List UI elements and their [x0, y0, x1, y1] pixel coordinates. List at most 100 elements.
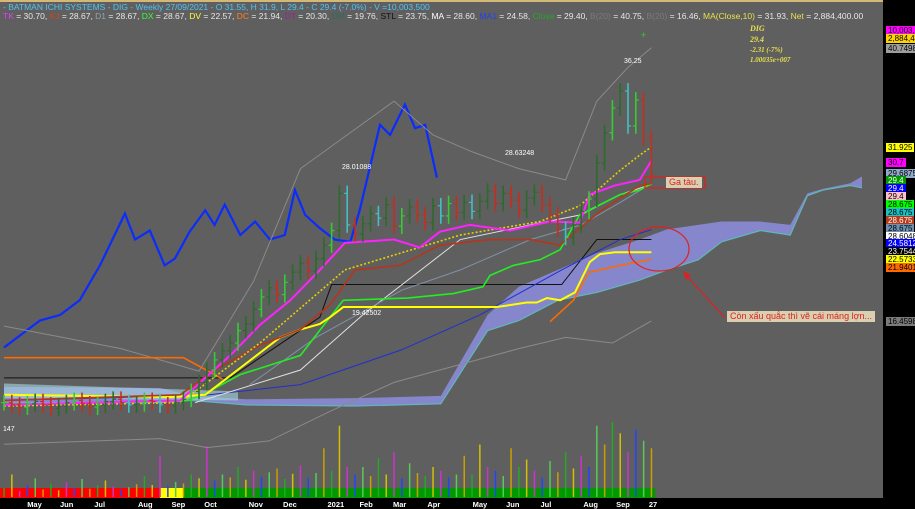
volume-bar: [307, 477, 309, 497]
volume-bar: [362, 467, 364, 497]
volume-bar: [42, 489, 44, 497]
month-tick-label: Sep: [616, 500, 630, 509]
volume-bar: [541, 477, 543, 497]
volume-bar: [416, 473, 419, 497]
volume-bar: [276, 468, 278, 497]
volume-bar: [65, 482, 68, 497]
volume-bar: [57, 490, 60, 497]
point-label-1: 28.01088: [342, 164, 372, 171]
volume-bar: [206, 446, 208, 497]
month-tick-label: Jun: [506, 500, 520, 509]
mang-lon-note: Còn xấu quắc thì vẽ cái máng lợn...: [727, 311, 875, 322]
info-volume: 1.00035e+007: [750, 56, 791, 64]
volume-bar: [572, 468, 575, 497]
legend-value: = 28.60,: [443, 11, 480, 21]
price-axis-label: 16.4598: [886, 316, 915, 326]
volume-bar: [213, 480, 216, 497]
volume-bar: [291, 473, 294, 497]
legend-label: Net: [790, 11, 804, 21]
month-tick-label: 2021: [327, 500, 345, 509]
volume-bar: [611, 422, 614, 497]
legend-label: DC: [236, 11, 250, 21]
volume-bar: [198, 478, 200, 497]
indicator-legend: TK = 30.70, KJ = 28.67, D1 = 28.67, DX =…: [3, 11, 863, 21]
volume-bar: [432, 467, 434, 497]
volume-bar: [471, 474, 473, 497]
legend-label: MA: [431, 11, 444, 21]
legend-value: = 28.67,: [106, 11, 142, 21]
volume-bar: [447, 477, 450, 497]
legend-value: = 19.76,: [344, 11, 381, 21]
info-change: -2.31 (-7%): [750, 46, 783, 54]
price-chart[interactable]: +: [0, 0, 915, 509]
volume-bar: [510, 448, 512, 497]
volume-bar: [401, 478, 403, 497]
volume-bar: [455, 474, 458, 497]
price-axis-label: 31.925: [886, 143, 915, 152]
legend-label: DX: [141, 11, 154, 21]
legend-label: TK: [3, 11, 14, 21]
month-tick-label: Sep: [171, 500, 186, 509]
regime-band: [159, 488, 184, 498]
volume-bar: [502, 476, 504, 497]
volume-bar: [112, 486, 114, 497]
legend-label: DT: [284, 11, 296, 21]
month-tick-label: Oct: [204, 500, 217, 509]
date-axis[interactable]: [0, 498, 883, 509]
month-tick-label: Jul: [94, 500, 106, 509]
month-tick-label: Aug: [137, 500, 153, 509]
volume-bar: [252, 470, 255, 497]
volume-bar: [120, 489, 122, 497]
volume-bar: [377, 458, 380, 497]
volume-bar: [549, 461, 551, 497]
ga-tau-note: Ga tàu.: [666, 177, 702, 188]
price-axis-label: 40.7498: [886, 43, 915, 53]
volume-bar: [463, 455, 465, 497]
volume-bar: [237, 467, 239, 497]
point-label-5: 147: [3, 426, 15, 433]
volume-bar: [338, 425, 341, 497]
volume-bar: [369, 476, 372, 497]
month-tick-label: Mar: [393, 500, 407, 509]
volume-bar: [494, 470, 497, 497]
volume-bar: [229, 477, 231, 497]
volume-bar: [393, 452, 395, 497]
info-symbol: DIG: [750, 24, 765, 33]
month-tick-label: Nov: [248, 500, 263, 509]
volume-bar: [596, 425, 598, 497]
volume-bar: [315, 473, 317, 497]
volume-bar: [346, 467, 348, 497]
legend-label: B(20): [590, 11, 611, 21]
volume-bar: [580, 455, 582, 497]
point-label-2: 28.63248: [505, 150, 535, 157]
volume-bar: [486, 467, 489, 497]
month-tick-label: Dec: [283, 500, 297, 509]
month-tick-label: 27: [648, 500, 658, 509]
volume-bar: [479, 444, 481, 497]
volume-bar: [18, 491, 21, 497]
volume-bar: [588, 467, 590, 497]
volume-bar: [104, 480, 107, 497]
volume-bar: [330, 470, 333, 497]
point-label-4: 19.42502: [352, 310, 382, 317]
month-tick-label: Feb: [359, 500, 373, 509]
month-tick-label: Apr: [427, 500, 441, 509]
volume-bar: [260, 476, 263, 497]
legend-label: DV: [189, 11, 202, 21]
volume-bar: [174, 482, 177, 497]
legend-value: = 16.46,: [667, 11, 703, 21]
volume-bar: [440, 470, 442, 497]
legend-value: = 24.58,: [496, 11, 533, 21]
month-tick-label: Aug: [583, 500, 598, 509]
month-tick-label: May: [472, 500, 488, 509]
legend-label: MA1: [479, 11, 497, 21]
legend-label: D1: [95, 11, 107, 21]
legend-value: = 28.67,: [59, 11, 96, 21]
volume-bar: [642, 440, 645, 497]
volume-bar: [151, 485, 153, 497]
volume-bar: [284, 479, 286, 497]
volume-bar: [50, 483, 52, 497]
volume-bar: [525, 459, 528, 497]
volume-bar: [190, 474, 192, 497]
price-axis-label: 30.7: [886, 157, 906, 167]
